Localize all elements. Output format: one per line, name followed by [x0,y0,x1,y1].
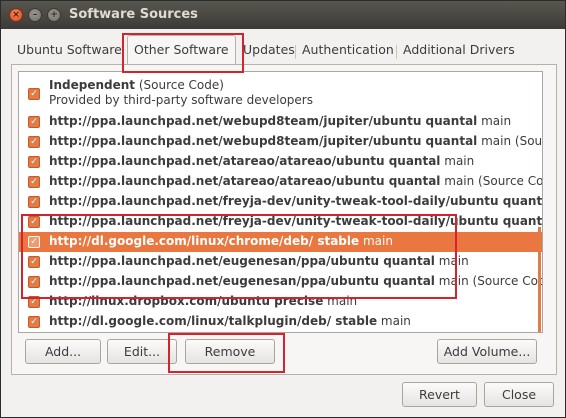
remove-button[interactable]: Remove [185,339,275,364]
source-suffix: (Source Code) [138,78,224,92]
source-component: main [380,314,411,328]
list-item[interactable]: ✓ Independent (Source Code) Provided by … [19,76,542,112]
checkmark-icon[interactable]: ✓ [28,156,40,168]
add-volume-button[interactable]: Add Volume... [437,339,537,364]
source-url: http://ppa.launchpad.net/freyja-dev/unit… [49,214,543,228]
checkmark-icon[interactable]: ✓ [28,316,40,328]
source-component: main (Source Code) [481,134,543,148]
list-item[interactable]: ✓ http://linux.dropbox.com/ubuntu precis… [19,292,542,312]
checkmark-icon[interactable]: ✓ [28,236,40,248]
list-item-selected[interactable]: ✓ http://dl.google.com/linux/chrome/deb/… [19,232,542,252]
source-url: http://ppa.launchpad.net/atareao/atareao… [49,154,441,168]
list-item[interactable]: ✓ http://ppa.launchpad.net/webupd8team/j… [19,112,542,132]
close-icon[interactable]: × [9,8,23,22]
source-url: http://dl.google.com/linux/talkplugin/de… [49,314,378,328]
edit-button[interactable]: Edit... [107,339,177,364]
source-component: main [327,294,358,308]
source-url: http://ppa.launchpad.net/atareao/atareao… [49,174,441,188]
close-button[interactable]: Close [484,382,554,407]
tab-updates[interactable]: Updates [243,39,295,63]
source-component: main (Source Code) [444,174,543,188]
list-item[interactable]: ✓ http://ppa.launchpad.net/atareao/atare… [19,172,543,192]
source-url: http://ppa.launchpad.net/eugenesan/ppa/u… [49,254,435,268]
tab-additional-drivers[interactable]: Additional Drivers [403,39,515,63]
source-component: main [362,234,393,248]
source-url: http://ppa.launchpad.net/webupd8team/jup… [49,114,478,128]
window-title: Software Sources [69,7,198,22]
list-item[interactable]: ✓ http://ppa.launchpad.net/freyja-dev/un… [19,212,543,232]
list-item[interactable]: ✓ http://dl.google.com/linux/talkplugin/… [19,312,542,332]
tab-separator [295,45,296,59]
software-sources-window: × – + Software Sources Ubuntu Software O… [0,0,566,418]
list-item[interactable]: ✓ http://ppa.launchpad.net/eugenesan/ppa… [19,252,542,272]
maximize-icon[interactable]: + [47,8,61,22]
scrollbar[interactable] [538,227,541,332]
checkmark-icon[interactable]: ✓ [28,88,40,100]
minimize-icon[interactable]: – [28,8,42,22]
tab-authentication[interactable]: Authentication [302,39,394,63]
tab-other-software[interactable]: Other Software [127,35,236,65]
checkmark-icon[interactable]: ✓ [28,136,40,148]
source-url: http://linux.dropbox.com/ubuntu precise [49,294,324,308]
list-item[interactable]: ✓ http://ppa.launchpad.net/freyja-dev/un… [19,192,543,212]
source-url: http://ppa.launchpad.net/freyja-dev/unit… [49,194,543,208]
list-item[interactable]: ✓ http://ppa.launchpad.net/eugenesan/ppa… [19,272,542,292]
tab-ubuntu-software[interactable]: Ubuntu Software [17,39,122,63]
source-description: Provided by third-party software develop… [49,93,313,107]
revert-button[interactable]: Revert [402,382,477,407]
source-component: main [444,154,475,168]
list-item[interactable]: ✓ http://ppa.launchpad.net/webupd8team/j… [19,132,543,152]
tab-separator [396,45,397,59]
source-component: main (Source Code) [438,274,542,288]
checkmark-icon[interactable]: ✓ [28,196,40,208]
title-bar[interactable]: × – + Software Sources [1,1,565,29]
tab-bar: Ubuntu Software Other Software Updates A… [11,35,557,65]
sources-list[interactable]: ✓ Independent (Source Code) Provided by … [18,71,543,333]
source-title: Independent [49,78,136,92]
source-component: main [481,114,512,128]
checkmark-icon[interactable]: ✓ [28,216,40,228]
checkmark-icon[interactable]: ✓ [28,176,40,188]
checkmark-icon[interactable]: ✓ [28,276,40,288]
checkmark-icon[interactable]: ✓ [28,116,40,128]
source-url: http://ppa.launchpad.net/eugenesan/ppa/u… [49,274,435,288]
source-component: main [438,254,469,268]
checkmark-icon[interactable]: ✓ [28,296,40,308]
add-button[interactable]: Add... [25,339,101,364]
list-item[interactable]: ✓ http://ppa.launchpad.net/atareao/atare… [19,152,542,172]
source-url: http://dl.google.com/linux/chrome/deb/ s… [49,234,360,248]
source-url: http://ppa.launchpad.net/webupd8team/jup… [49,134,478,148]
checkmark-icon[interactable]: ✓ [28,256,40,268]
